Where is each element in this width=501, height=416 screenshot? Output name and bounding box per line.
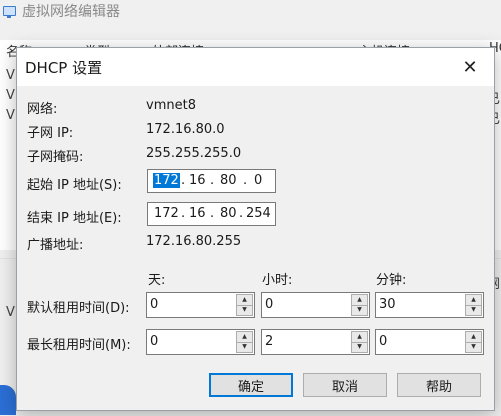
bg-row-prefix[interactable]: V bbox=[6, 108, 15, 123]
max-lease-label: 最长租用时间(M): bbox=[27, 338, 131, 353]
end-ip-octet[interactable]: 172 bbox=[154, 206, 179, 221]
network-label: 网络: bbox=[27, 102, 58, 117]
default-lease-days-spinner[interactable]: 0 ▲ ▼ bbox=[146, 292, 255, 318]
network-monitor-icon bbox=[2, 4, 16, 18]
subnet-mask-value: 255.255.255.0 bbox=[146, 146, 242, 161]
spinner-value[interactable]: 0 bbox=[150, 297, 158, 312]
ip-dot: . bbox=[210, 173, 215, 188]
ip-dot: . bbox=[210, 206, 215, 221]
broadcast-label: 广播地址: bbox=[27, 238, 84, 253]
default-lease-hours-spinner[interactable]: 0 ▲ ▼ bbox=[261, 292, 370, 318]
max-lease-hours-spinner[interactable]: 2 ▲ ▼ bbox=[261, 329, 370, 355]
spinner-buttons: ▲ ▼ bbox=[351, 331, 368, 353]
help-button[interactable]: 帮助 bbox=[397, 373, 481, 397]
subnet-mask-label: 子网掩码: bbox=[27, 150, 84, 165]
spinner-buttons: ▲ ▼ bbox=[465, 331, 482, 353]
spin-up-icon[interactable]: ▲ bbox=[236, 294, 253, 306]
bg-window-title: 虚拟网络编辑器 bbox=[22, 4, 120, 20]
end-ip-octet[interactable]: 16 bbox=[189, 206, 206, 221]
spin-up-icon[interactable]: ▲ bbox=[465, 294, 482, 306]
max-lease-minutes-spinner[interactable]: 0 ▲ ▼ bbox=[375, 329, 484, 355]
spin-down-icon[interactable]: ▼ bbox=[351, 305, 368, 316]
ok-button[interactable]: 确定 bbox=[209, 373, 293, 397]
spinner-value[interactable]: 30 bbox=[379, 297, 396, 312]
close-icon[interactable]: ✕ bbox=[447, 48, 493, 86]
bg-row-prefix[interactable]: V bbox=[6, 88, 15, 103]
default-lease-label: 默认租用时间(D): bbox=[27, 301, 130, 316]
spinner-value[interactable]: 0 bbox=[379, 334, 387, 349]
end-ip-label: 结束 IP 地址(E): bbox=[27, 211, 122, 226]
ip-dot: . bbox=[181, 173, 186, 188]
ip-dot: . bbox=[239, 206, 244, 221]
start-ip-octet[interactable]: 16 bbox=[189, 173, 206, 188]
bg-lower-prefix: V bbox=[6, 305, 15, 320]
dialog-title: DHCP 设置 bbox=[25, 59, 103, 77]
spin-down-icon[interactable]: ▼ bbox=[351, 342, 368, 353]
end-ip-octet[interactable]: 254 bbox=[246, 206, 271, 221]
start-ip-octet[interactable]: 0 bbox=[254, 173, 262, 188]
spin-up-icon[interactable]: ▲ bbox=[465, 331, 482, 343]
dialog-titlebar: DHCP 设置 ✕ bbox=[17, 48, 494, 86]
bg-accent-shape bbox=[0, 385, 16, 415]
bg-row-prefix[interactable]: V bbox=[6, 68, 15, 83]
spinner-value[interactable]: 0 bbox=[150, 334, 158, 349]
subnet-ip-label: 子网 IP: bbox=[27, 126, 74, 141]
spin-up-icon[interactable]: ▲ bbox=[351, 331, 368, 343]
end-ip-field[interactable]: 172 . 16 . 80 . 254 bbox=[147, 202, 276, 226]
bg-titlebar: 虚拟网络编辑器 bbox=[0, 0, 501, 22]
ip-dot: . bbox=[243, 173, 248, 188]
spinner-buttons: ▲ ▼ bbox=[465, 294, 482, 316]
spinner-value[interactable]: 2 bbox=[265, 334, 273, 349]
default-lease-minutes-spinner[interactable]: 30 ▲ ▼ bbox=[375, 292, 484, 318]
spin-up-icon[interactable]: ▲ bbox=[351, 294, 368, 306]
start-ip-field[interactable]: 172 . 16 . 80 . 0 bbox=[147, 169, 276, 193]
spin-up-icon[interactable]: ▲ bbox=[236, 331, 253, 343]
days-column-header: 天: bbox=[148, 273, 166, 288]
spin-down-icon[interactable]: ▼ bbox=[236, 342, 253, 353]
spinner-buttons: ▲ ▼ bbox=[351, 294, 368, 316]
start-ip-octet[interactable]: 80 bbox=[220, 173, 237, 188]
max-lease-days-spinner[interactable]: 0 ▲ ▼ bbox=[146, 329, 255, 355]
spin-down-icon[interactable]: ▼ bbox=[236, 305, 253, 316]
ip-dot: . bbox=[181, 206, 186, 221]
spin-down-icon[interactable]: ▼ bbox=[465, 305, 482, 316]
spin-down-icon[interactable]: ▼ bbox=[465, 342, 482, 353]
hours-column-header: 小时: bbox=[262, 273, 293, 288]
spinner-value[interactable]: 0 bbox=[265, 297, 273, 312]
broadcast-value: 172.16.80.255 bbox=[146, 234, 242, 249]
minutes-column-header: 分钟: bbox=[376, 273, 407, 288]
cancel-button[interactable]: 取消 bbox=[303, 373, 387, 397]
network-value: vmnet8 bbox=[146, 98, 196, 113]
start-ip-octet[interactable]: 172 bbox=[153, 173, 180, 188]
spinner-buttons: ▲ ▼ bbox=[236, 331, 253, 353]
start-ip-label: 起始 IP 地址(S): bbox=[27, 178, 122, 193]
spinner-buttons: ▲ ▼ bbox=[236, 294, 253, 316]
dhcp-settings-dialog: DHCP 设置 ✕ 网络: vmnet8 子网 IP: 172.16.80.0 … bbox=[16, 47, 495, 411]
subnet-ip-value: 172.16.80.0 bbox=[146, 122, 225, 137]
end-ip-octet[interactable]: 80 bbox=[220, 206, 237, 221]
